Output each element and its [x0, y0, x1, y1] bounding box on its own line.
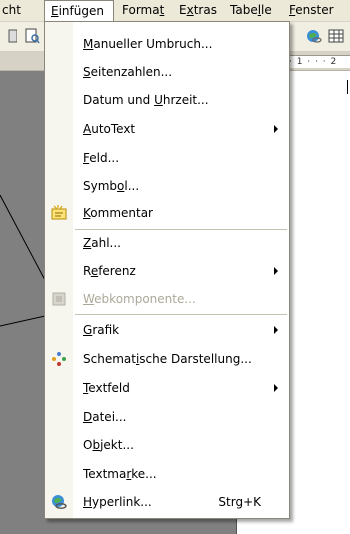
- menu-item-label: Textmarke...: [83, 467, 157, 481]
- menu-item-page-numbers[interactable]: Seitenzahlen...: [45, 60, 289, 84]
- menu-item-autotext[interactable]: AutoText: [45, 117, 289, 141]
- menu-item-web-component: Webkomponente...: [45, 287, 289, 311]
- menu-item-textbox[interactable]: Textfeld: [45, 376, 289, 400]
- submenu-arrow-icon: [274, 267, 278, 275]
- menu-item-label: Textfeld: [83, 381, 130, 395]
- submenu-arrow-icon: [274, 384, 278, 392]
- menu-item-label: Kommentar: [83, 206, 153, 220]
- menu-item-label: Seitenzahlen...: [83, 65, 173, 79]
- menu-item-label: Symbol...: [83, 179, 140, 193]
- menu-item-date-time[interactable]: Datum und Uhrzeit...: [45, 88, 289, 112]
- menu-item-picture[interactable]: Grafik: [45, 318, 289, 342]
- submenu-arrow-icon: [274, 125, 278, 133]
- menu-item-comment[interactable]: Kommentar: [45, 201, 289, 225]
- menu-item-bookmark[interactable]: Textmarke...: [45, 462, 289, 486]
- menu-item-label: Datei...: [83, 410, 127, 424]
- menu-item-label: AutoText: [83, 122, 136, 136]
- menu-item-reference[interactable]: Referenz: [45, 259, 289, 283]
- menu-item-label: Hyperlink...: [83, 495, 152, 509]
- menu-item-label: Feld...: [83, 151, 120, 165]
- menu-item-file[interactable]: Datei...: [45, 405, 289, 429]
- menu-item-label: Datum und Uhrzeit...: [83, 93, 209, 107]
- menu-item-symbol[interactable]: Symbol...: [45, 174, 289, 198]
- menu-separator: [75, 229, 287, 230]
- menu-item-label: Webkomponente...: [83, 292, 196, 306]
- menu-item-label: Zahl...: [83, 236, 121, 250]
- menu-item-object[interactable]: Objekt...: [45, 433, 289, 457]
- menu-item-label: Manueller Umbruch...: [83, 37, 213, 51]
- menu-separator: [75, 314, 287, 315]
- menu-item-field[interactable]: Feld...: [45, 146, 289, 170]
- menu-item-label: Referenz: [83, 264, 136, 278]
- web-component-icon: [52, 292, 66, 306]
- menu-item-label: Grafik: [83, 323, 120, 337]
- insert-dropdown-menu: Manueller Umbruch... Seitenzahlen... Dat…: [44, 21, 290, 519]
- menu-item-shortcut: Strg+K: [218, 495, 261, 509]
- menu-item-diagram[interactable]: Schematische Darstellung...: [45, 347, 289, 371]
- comment-icon: [51, 205, 67, 220]
- menu-item-label: Objekt...: [83, 438, 134, 452]
- diagram-icon: [52, 352, 66, 366]
- menu-item-label: Schematische Darstellung...: [83, 352, 252, 366]
- menu-item-number[interactable]: Zahl...: [45, 231, 289, 255]
- hyperlink-icon: [52, 495, 67, 509]
- menu-item-manual-break[interactable]: Manueller Umbruch...: [45, 32, 289, 56]
- menu-item-hyperlink[interactable]: Hyperlink... Strg+K: [45, 490, 289, 514]
- submenu-arrow-icon: [274, 326, 278, 334]
